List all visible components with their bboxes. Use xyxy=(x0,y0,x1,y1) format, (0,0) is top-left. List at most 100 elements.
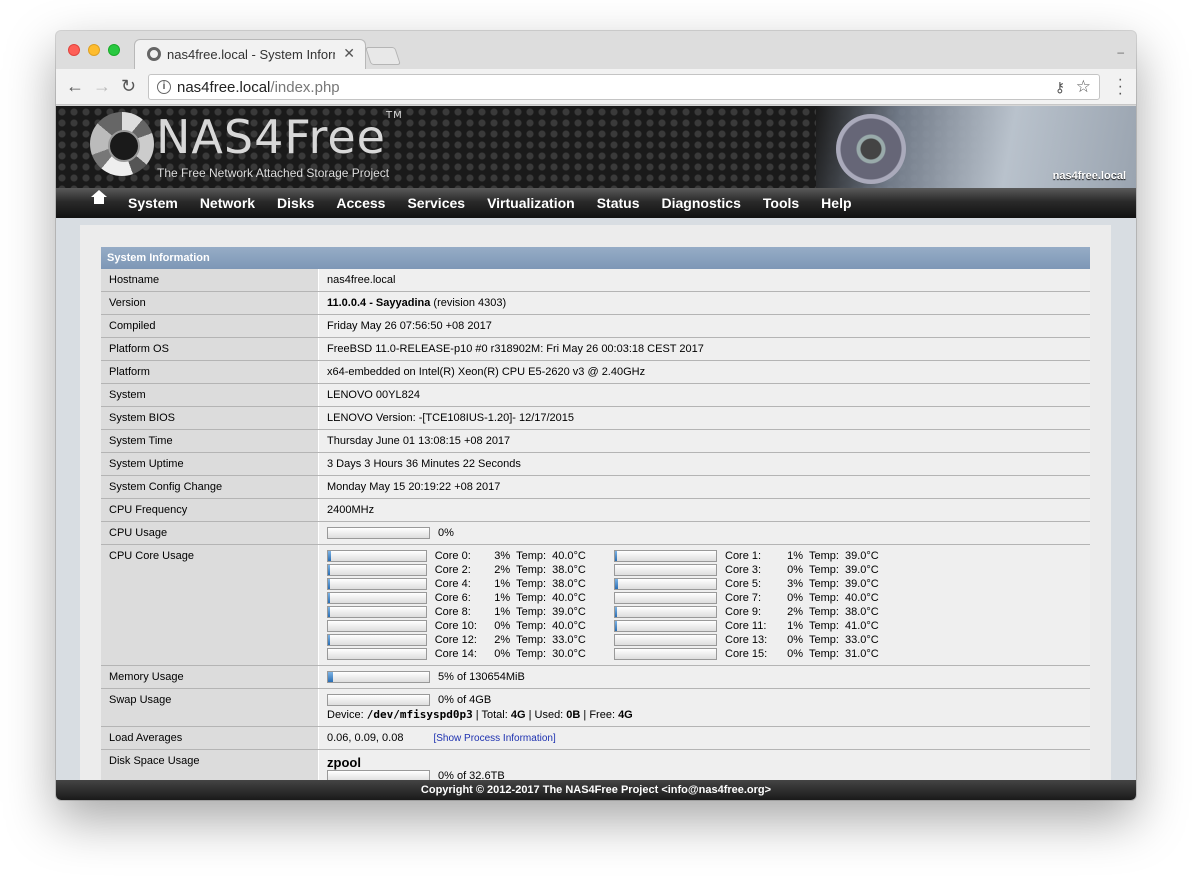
row-value: Core 0: 3% Temp: 40.0°C Core 1: 1% Temp: 39.0°C… xyxy=(319,545,1090,666)
row-label: CPU Usage xyxy=(101,522,319,545)
info-row-swap: Swap Usage 0% of 4GB Device: /dev/mfisys… xyxy=(101,689,1090,728)
core-usage-bar-fill xyxy=(328,635,330,646)
core-pct: 0% xyxy=(494,648,511,661)
core-temp-label: Temp: xyxy=(809,606,839,619)
core-name: Core 12: xyxy=(434,634,477,647)
nav-item-disks[interactable]: Disks xyxy=(277,195,314,211)
memory-usage-bar xyxy=(327,671,430,684)
core-temp-label: Temp: xyxy=(516,620,547,633)
content-area: System Information Hostname nas4free.loc… xyxy=(80,225,1111,795)
info-row-version: Version 11.0.0.4 - Sayyadina (revision 4… xyxy=(101,292,1090,315)
core-name: Core 13: xyxy=(725,634,768,647)
core-temp-label: Temp: xyxy=(809,578,839,591)
memory-usage-text: 5% of 130654MiB xyxy=(438,671,525,684)
load-averages: 0.06, 0.09, 0.08 xyxy=(327,732,404,745)
core-usage-item: Core 13: 0% Temp: 33.0°C xyxy=(614,634,914,647)
core-temp-label: Temp: xyxy=(516,550,547,563)
row-value: 0% of 4GB Device: /dev/mfisyspd0p3 | Tot… xyxy=(319,689,1090,727)
browser-toolbar: ← → ↻ i nas4free.local/index.php ⚷ ☆ · · · xyxy=(56,69,1136,105)
core-temp-value: 38.0°C xyxy=(552,564,586,577)
core-temp-value: 39.0°C xyxy=(552,606,586,619)
info-row-platform: Platform x64-embedded on Intel(R) Xeon(R… xyxy=(101,361,1090,384)
info-row-platform-os: Platform OS FreeBSD 11.0-RELEASE-p10 #0 … xyxy=(101,338,1090,361)
new-tab-button[interactable] xyxy=(365,47,401,65)
nas4free-logo-icon xyxy=(90,112,154,176)
row-label: Compiled xyxy=(101,315,319,337)
swap-usage-bar xyxy=(327,694,430,707)
swap-details: Device: /dev/mfisyspd0p3 | Total: 4G | U… xyxy=(327,708,1082,721)
nav-item-status[interactable]: Status xyxy=(597,195,640,211)
core-pct: 0% xyxy=(787,648,803,661)
core-pct: 0% xyxy=(787,634,803,647)
core-temp-value: 31.0°C xyxy=(844,648,879,661)
nav-item-network[interactable]: Network xyxy=(200,195,255,211)
core-name: Core 14: xyxy=(434,648,477,661)
tab-title: nas4free.local - System Inform xyxy=(167,47,335,62)
url-path: /index.php xyxy=(270,79,340,96)
row-label: System BIOS xyxy=(101,407,319,429)
row-value: LENOVO Version: -[TCE108IUS-1.20]- 12/17… xyxy=(319,407,1090,429)
core-name: Core 9: xyxy=(725,606,762,619)
address-bar[interactable]: i nas4free.local/index.php ⚷ ☆ xyxy=(148,74,1100,100)
site-info-icon[interactable]: i xyxy=(157,80,171,94)
core-usage-item: Core 1: 1% Temp: 39.0°C xyxy=(614,550,914,563)
nav-item-services[interactable]: Services xyxy=(407,195,465,211)
zoom-window-button[interactable] xyxy=(108,44,120,56)
close-window-button[interactable] xyxy=(68,44,80,56)
row-label: Swap Usage xyxy=(101,689,319,727)
minimize-window-button[interactable] xyxy=(88,44,100,56)
reload-icon[interactable]: ↻ xyxy=(121,77,136,95)
swap-device: /dev/mfisyspd0p3 xyxy=(366,708,473,722)
tab-close-icon[interactable]: ✕ xyxy=(343,45,355,62)
swap-used: 0B xyxy=(566,709,581,722)
core-usage-bar xyxy=(614,592,717,605)
core-name: Core 7: xyxy=(725,592,762,605)
row-label: Hostname xyxy=(101,269,319,291)
info-row-load: Load Averages 0.06, 0.09, 0.08 [Show Proc… xyxy=(101,727,1090,751)
memory-usage-bar-fill xyxy=(328,672,334,683)
logo-wordmark: NAS4FreeTM xyxy=(156,110,403,164)
browser-menu-icon[interactable]: · · · xyxy=(1118,72,1123,102)
core-usage-bar xyxy=(327,550,427,563)
core-usage-bar-fill xyxy=(328,579,330,590)
core-usage-item: Core 14: 0% Temp: 30.0°C xyxy=(327,648,614,661)
nav-item-access[interactable]: Access xyxy=(336,195,385,211)
row-value: 5% of 130654MiB xyxy=(319,666,1090,689)
core-usage-bar xyxy=(614,578,717,591)
core-usage-item: Core 3: 0% Temp: 39.0°C xyxy=(614,564,914,577)
core-usage-bar-fill xyxy=(615,551,618,562)
core-pct: 2% xyxy=(787,606,803,619)
core-temp-label: Temp: xyxy=(516,634,547,647)
core-temp-label: Temp: xyxy=(516,606,547,619)
core-temp-value: 41.0°C xyxy=(844,620,879,633)
nav-item-help[interactable]: Help xyxy=(821,195,851,211)
bookmark-star-icon[interactable]: ☆ xyxy=(1076,77,1091,97)
nav-item-diagnostics[interactable]: Diagnostics xyxy=(662,195,741,211)
row-label: Load Averages xyxy=(101,727,319,750)
password-key-icon[interactable]: ⚷ xyxy=(1055,79,1065,96)
nav-item-virtualization[interactable]: Virtualization xyxy=(487,195,575,211)
browser-tab-active[interactable]: nas4free.local - System Inform ✕ xyxy=(134,39,366,69)
nav-item-system[interactable]: System xyxy=(128,195,178,211)
core-name: Core 3: xyxy=(725,564,762,577)
core-usage-item: Core 0: 3% Temp: 40.0°C xyxy=(327,550,614,563)
core-pct: 1% xyxy=(494,578,511,591)
core-name: Core 6: xyxy=(434,592,471,605)
back-arrow-icon[interactable]: ← xyxy=(66,77,84,95)
window-minimize-icon[interactable]: – xyxy=(1117,45,1124,59)
row-value: LENOVO 00YL824 xyxy=(319,384,1090,406)
info-row-uptime: System Uptime 3 Days 3 Hours 36 Minutes … xyxy=(101,453,1090,476)
core-pct: 2% xyxy=(494,634,511,647)
show-process-info-link[interactable]: [Show Process Information] xyxy=(433,733,555,744)
core-usage-bar xyxy=(614,634,717,647)
core-temp-value: 40.0°C xyxy=(552,550,586,563)
forward-arrow-icon[interactable]: → xyxy=(93,77,111,95)
home-icon[interactable] xyxy=(91,190,107,208)
main-navigation: System Network Disks Access Services Virtuali… xyxy=(56,188,1136,218)
core-usage-item: Core 10: 0% Temp: 40.0°C xyxy=(327,620,614,633)
core-name: Core 4: xyxy=(434,578,471,591)
system-information-panel: System Information Hostname nas4free.loc… xyxy=(101,247,1090,788)
swap-used-label: | Used: xyxy=(525,709,567,722)
nav-item-tools[interactable]: Tools xyxy=(763,195,799,211)
panel-title: System Information xyxy=(101,247,1090,269)
